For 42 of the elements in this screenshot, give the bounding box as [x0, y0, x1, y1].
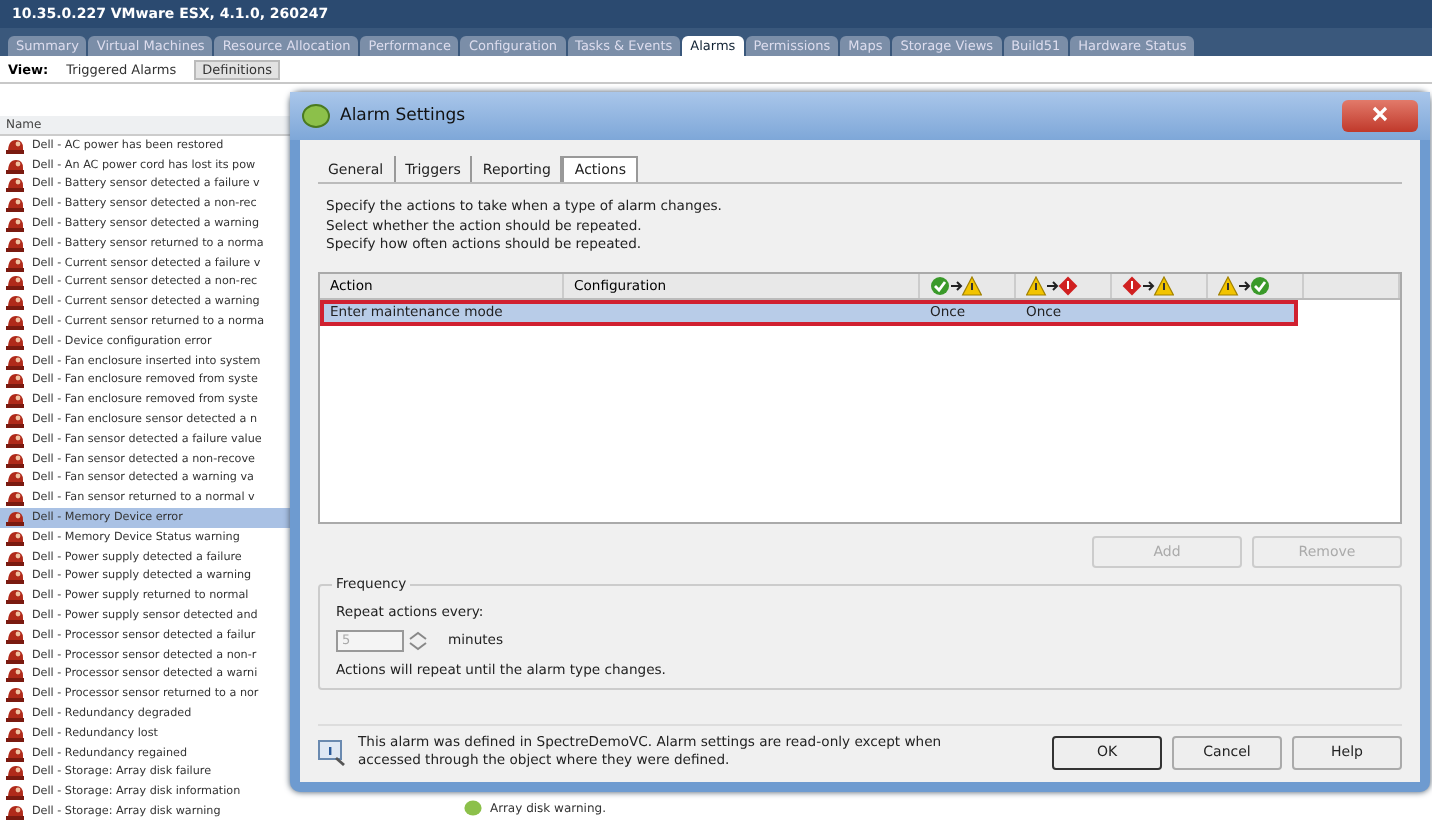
alarm-bell-icon [6, 764, 24, 781]
alarm-bell-icon [6, 490, 24, 507]
alarm-bell-icon [6, 137, 24, 154]
alarm-bell-icon [6, 274, 24, 291]
alarm-bell-icon [6, 470, 24, 487]
info-icon [318, 739, 346, 765]
alarm-bell-icon [6, 392, 24, 409]
close-icon [1372, 106, 1388, 122]
alarm-bell-icon [6, 294, 24, 311]
alarm-bell-icon [6, 196, 24, 213]
alarm-bell-icon [6, 353, 24, 370]
alarm-bell-icon [6, 745, 24, 762]
alarm-bell-icon [6, 510, 24, 527]
alarm-bell-icon [6, 803, 24, 820]
alarm-bell-icon [6, 157, 24, 174]
alarm-icon [302, 104, 330, 128]
alarm-bell-icon [6, 216, 24, 233]
alarm-bell-icon [6, 647, 24, 664]
alarm-bell-icon [6, 568, 24, 585]
close-button[interactable] [1342, 100, 1418, 132]
alarm-bell-icon [6, 784, 24, 801]
alarm-bell-icon [6, 588, 24, 605]
spin-arrows-icon [404, 629, 432, 651]
alarm-bell-icon [6, 176, 24, 193]
alarm-bell-icon [6, 255, 24, 272]
alarm-bell-icon [6, 412, 24, 429]
alarm-bell-icon [6, 666, 24, 683]
alarm-bell-icon [6, 549, 24, 566]
alarm-bell-icon [6, 608, 24, 625]
alarm-bell-icon [6, 529, 24, 546]
alarm-bell-icon [6, 431, 24, 448]
alarm-bell-icon [6, 627, 24, 644]
alarm-bell-icon [6, 451, 24, 468]
alarm-bell-icon [6, 686, 24, 703]
alarm-bell-icon [6, 333, 24, 350]
dialog-title: Alarm Settings [340, 106, 466, 126]
alarm-bell-icon [6, 235, 24, 252]
alarm-bell-icon [6, 372, 24, 389]
alarm-bell-icon [6, 725, 24, 742]
alarm-bell-icon [6, 706, 24, 722]
alarm-icon [464, 800, 482, 816]
alarm-bell-icon [6, 314, 24, 331]
